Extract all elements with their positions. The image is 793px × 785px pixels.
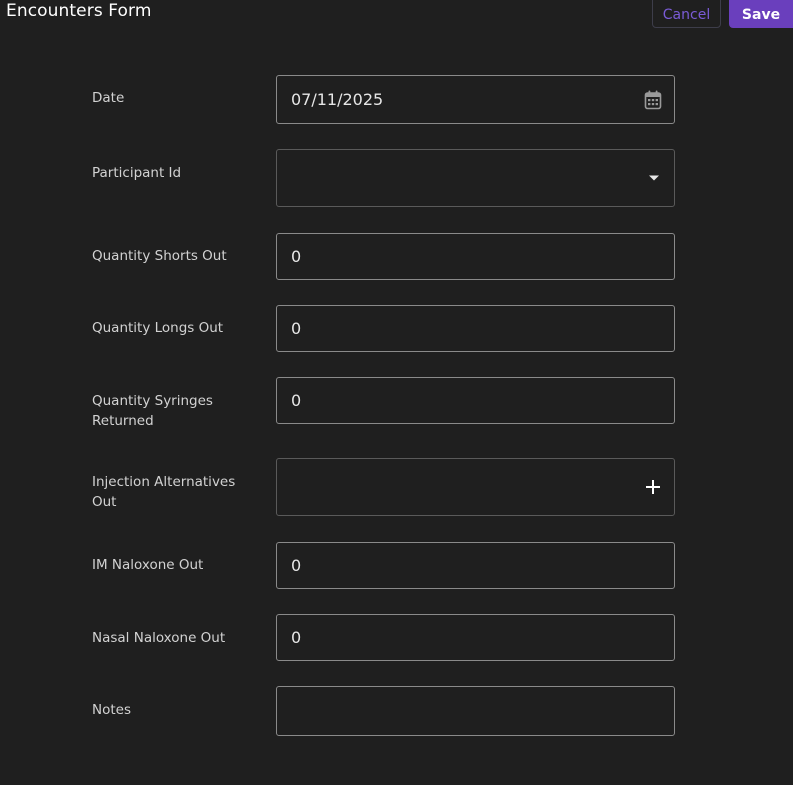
nasal-naloxone-out-value: 0 [291,628,302,647]
date-field[interactable]: 07/11/2025 [276,75,675,124]
quantity-syringes-returned-label: Quantity Syringes Returned [92,393,213,429]
date-value: 07/11/2025 [291,90,384,109]
quantity-syringes-returned-value: 0 [291,391,302,410]
nasal-naloxone-out-label: Nasal Naloxone Out [92,630,226,646]
quantity-longs-out-input[interactable]: 0 [276,305,675,352]
quantity-shorts-out-label: Quantity Shorts Out [92,248,227,264]
chevron-down-icon[interactable] [648,174,660,182]
quantity-shorts-out-input[interactable]: 0 [276,233,675,280]
notes-textarea[interactable] [276,686,675,736]
im-naloxone-out-input[interactable]: 0 [276,542,675,589]
injection-alternatives-out-field[interactable] [276,458,675,516]
save-button[interactable]: Save [729,0,793,28]
calendar-icon[interactable] [644,90,662,110]
im-naloxone-out-label: IM Naloxone Out [92,557,204,573]
quantity-longs-out-label: Quantity Longs Out [92,320,224,336]
page-title: Encounters Form [6,1,152,21]
notes-label: Notes [92,702,131,718]
im-naloxone-out-value: 0 [291,556,302,575]
date-label: Date [92,90,125,106]
plus-icon[interactable] [645,479,661,495]
quantity-longs-out-value: 0 [291,319,302,338]
quantity-shorts-out-value: 0 [291,247,302,266]
participant-id-label: Participant Id [92,165,182,181]
participant-id-select[interactable] [276,149,675,207]
quantity-syringes-returned-input[interactable]: 0 [276,377,675,424]
injection-alternatives-out-label: Injection Alternatives Out [92,474,236,510]
form-header: Encounters Form Cancel Save [0,0,793,40]
nasal-naloxone-out-input[interactable]: 0 [276,614,675,661]
cancel-button[interactable]: Cancel [652,0,721,28]
